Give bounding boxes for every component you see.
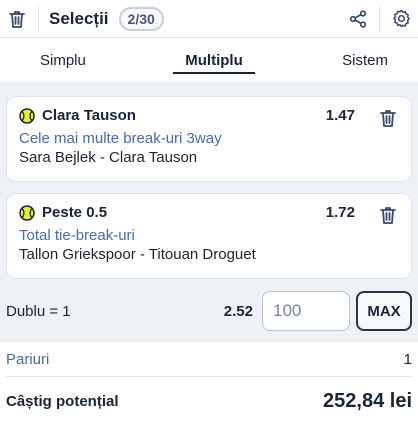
bet-type-tabs: Simplu Multiplu Sistem [0,38,418,82]
share-icon[interactable] [347,8,369,30]
selection-odds: 1.72 [325,204,355,221]
tab-sistem[interactable]: Sistem [342,38,388,82]
selection-event: Tallon Griekspoor - Titouan Droguet [19,246,256,263]
selection-market: Cele mai multe break-uri 3way [19,130,222,147]
tab-simplu[interactable]: Simplu [40,38,86,82]
bets-count-row: Pariuri 1 [6,342,412,377]
remove-selection-trash-icon[interactable] [377,204,399,226]
gear-icon[interactable] [390,8,412,30]
selection-card: Peste 0.5 1.72 Total tie-break-uri Tallo… [6,193,412,279]
bets-count-value: 1 [403,350,412,368]
page-title: Selecții [49,8,109,28]
potential-win-row: Câștig potențial 252,84 lei [6,377,412,423]
divider [379,5,380,32]
selection-market: Total tie-break-uri [19,227,135,244]
selection-name: Clara Tauson [42,107,136,124]
potential-win-label: Câștig potențial [6,392,119,410]
trash-icon[interactable] [6,8,28,30]
header-actions [347,5,412,32]
selection-event: Sara Bejlek - Clara Tauson [19,149,198,166]
tab-multiplu[interactable]: Multiplu [173,38,256,82]
stake-input[interactable] [262,291,350,331]
selection-name: Peste 0.5 [42,204,108,221]
bet-type-label: Dublu = 1 [6,302,71,320]
max-stake-button[interactable]: MAX [356,291,412,331]
stake-row: Dublu = 1 2.52 MAX [6,290,412,332]
potential-win-value: 252,84 lei [323,389,412,412]
betslip-header: Selecții 2/30 [0,0,418,38]
total-odds: 2.52 [223,302,253,320]
selection-count-badge: 2/30 [118,6,164,31]
betslip-summary: Pariuri 1 Câștig potențial 252,84 lei [0,342,418,423]
selection-card: Clara Tauson 1.47 Cele mai multe break-u… [6,96,412,182]
divider [38,5,39,32]
tennis-ball-icon [19,204,35,221]
remove-selection-trash-icon[interactable] [377,107,399,129]
selections-list: Clara Tauson 1.47 Cele mai multe break-u… [0,82,418,332]
selection-odds: 1.47 [325,107,355,124]
tennis-ball-icon [19,107,35,124]
bets-count-label: Pariuri [6,350,50,368]
